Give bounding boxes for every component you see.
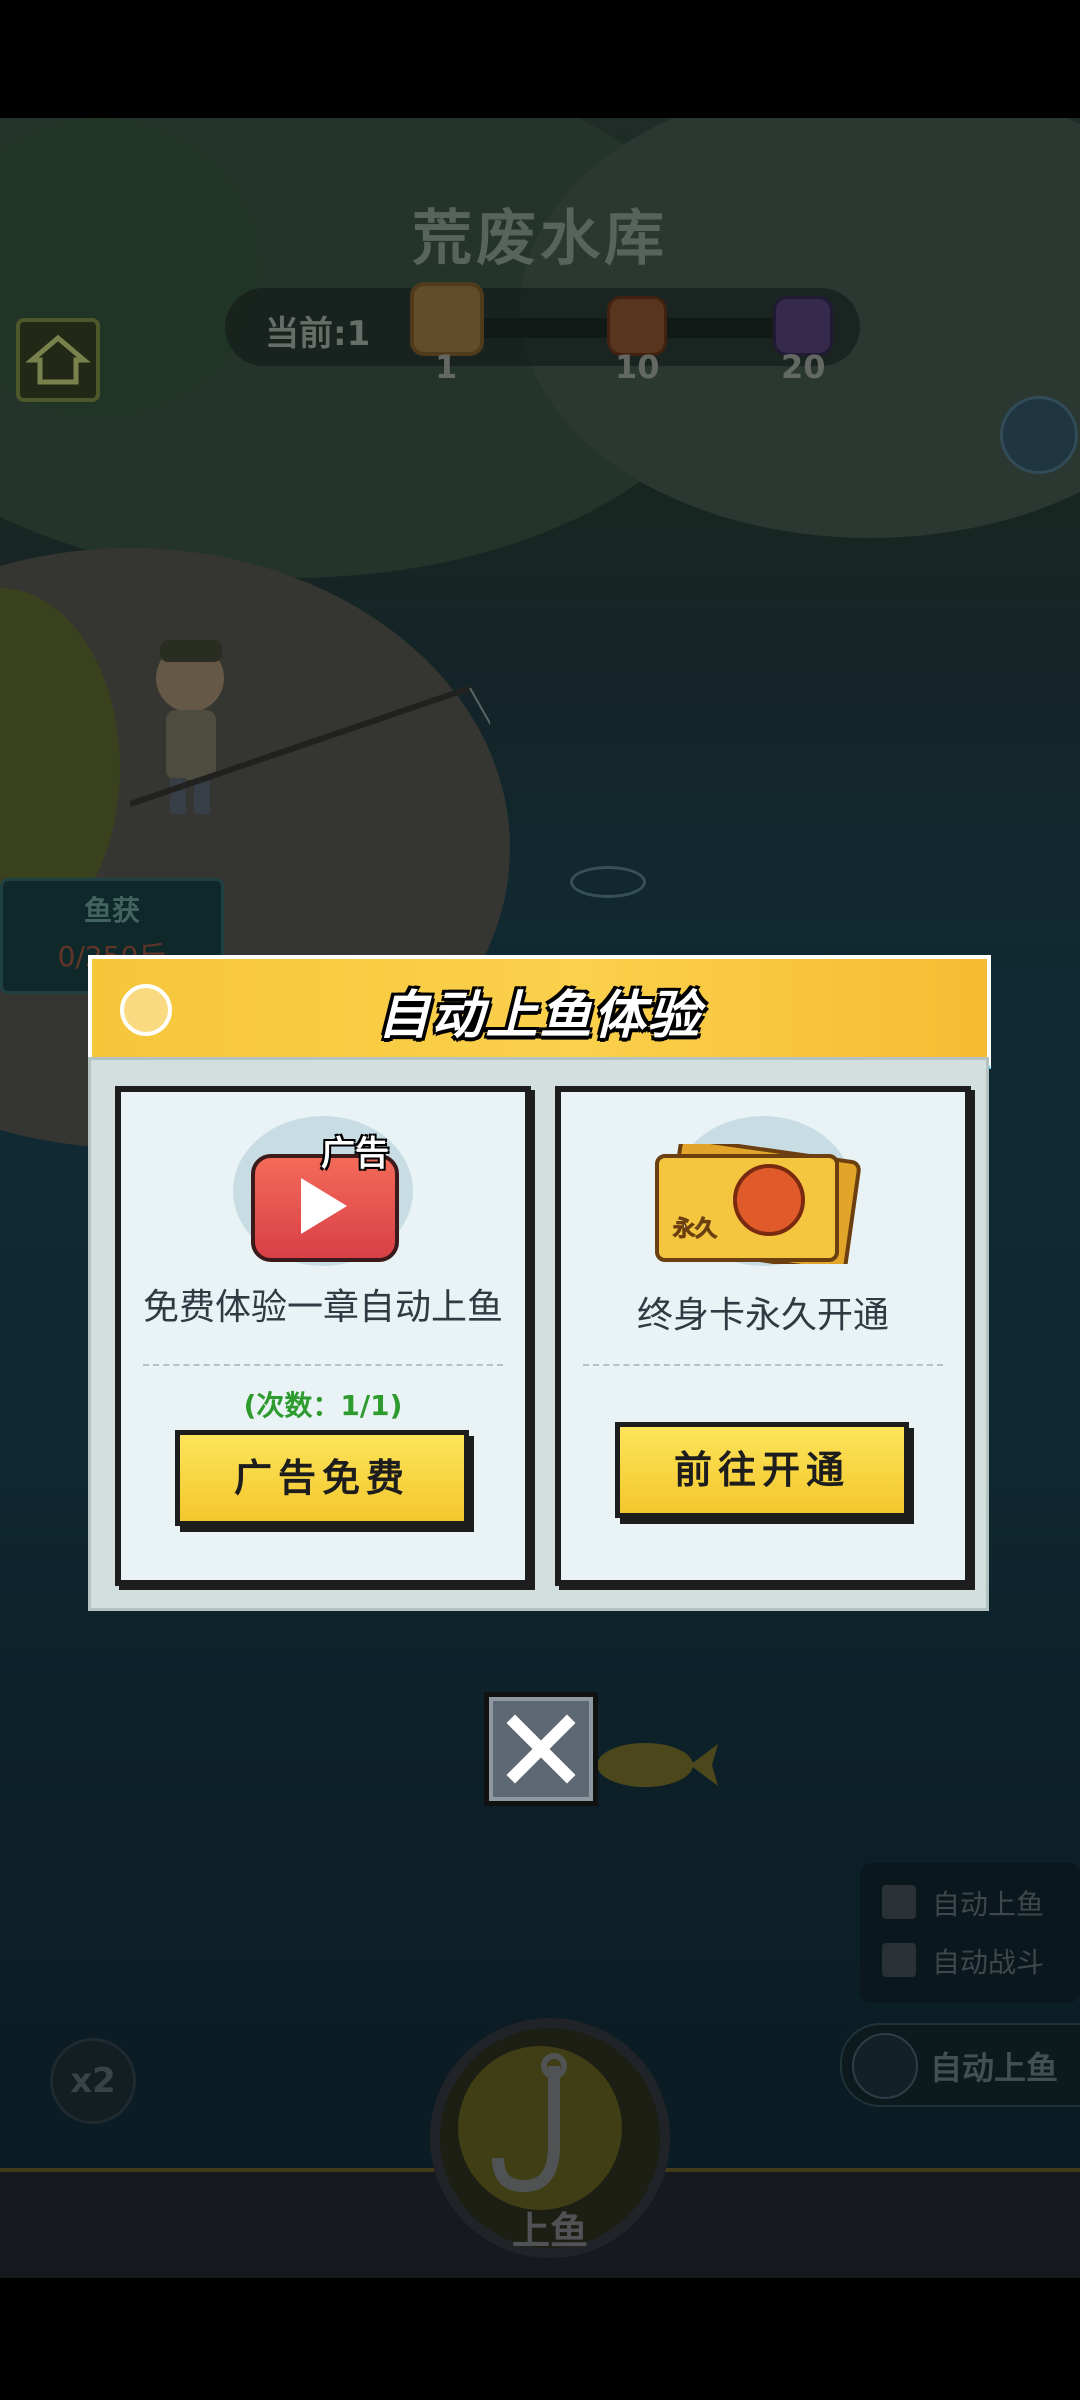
lifetime-card-description: 终身卡永久开通	[636, 1295, 889, 1336]
watch-ad-button[interactable]: 广告免费	[175, 1430, 469, 1526]
ticket-text: 永久	[673, 1216, 717, 1241]
card-divider	[583, 1364, 943, 1366]
card-divider	[143, 1364, 503, 1366]
ad-badge: 广告	[321, 1134, 389, 1174]
go-activate-button[interactable]: 前往开通	[615, 1422, 909, 1518]
close-icon	[506, 1714, 576, 1784]
lifetime-card: 永久 终身卡永久开通 前往开通	[555, 1086, 971, 1586]
play-icon	[301, 1178, 347, 1234]
lifetime-card-ticket-icon: 永久	[655, 1144, 861, 1264]
auto-reel-trial-dialog: 自动上鱼体验 广告 免费体验一章自动上鱼 (次数：1/1) 广告免费 永久 终身…	[88, 955, 991, 1611]
ad-trial-card: 广告 免费体验一章自动上鱼 (次数：1/1) 广告免费	[115, 1086, 531, 1586]
dialog-header: 自动上鱼体验	[88, 955, 991, 1069]
ad-card-description: 免费体验一章自动上鱼	[142, 1287, 503, 1328]
dialog-title: 自动上鱼体验	[377, 986, 702, 1046]
ad-count-text: (次数：1/1)	[243, 1389, 403, 1422]
dialog-body: 广告 免费体验一章自动上鱼 (次数：1/1) 广告免费 永久 终身卡永久开通 前…	[88, 1057, 989, 1611]
close-dialog-button[interactable]	[484, 1692, 598, 1806]
